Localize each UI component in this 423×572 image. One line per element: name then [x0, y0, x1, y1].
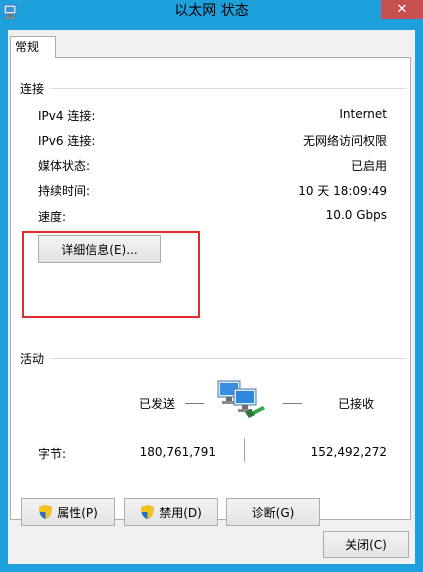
- highlight-box: [22, 231, 200, 318]
- properties-button[interactable]: 属性(P): [21, 498, 115, 526]
- uac-shield-icon: [140, 504, 155, 520]
- sent-connector-line: [185, 403, 204, 404]
- tab-label: 常规: [15, 40, 40, 54]
- received-connector-line: [283, 403, 302, 404]
- window-close-button[interactable]: ✕: [381, 0, 423, 19]
- connection-group-title: 连接: [20, 82, 45, 96]
- media-state-value: 已启用: [350, 159, 387, 173]
- ipv4-value: Internet: [339, 107, 387, 121]
- media-state-label: 媒体状态:: [38, 159, 91, 173]
- diagnose-button[interactable]: 诊断(G): [226, 498, 320, 526]
- connection-group-divider: [50, 88, 406, 89]
- ipv6-value: 无网络访问权限: [302, 134, 387, 148]
- speed-label: 速度:: [38, 210, 67, 224]
- bytes-separator: [244, 438, 245, 462]
- tab-general[interactable]: 常规: [10, 36, 56, 58]
- sent-label: 已发送: [139, 397, 176, 411]
- bytes-sent-value: 180,761,791: [139, 445, 216, 459]
- speed-value: 10.0 Gbps: [325, 208, 387, 222]
- activity-group-title: 活动: [20, 352, 45, 366]
- close-icon: ✕: [396, 2, 408, 17]
- tab-panel-general: 连接 IPv4 连接: Internet IPv6 连接: 无网络访问权限 媒体…: [10, 57, 411, 526]
- disable-label: 禁用(D): [159, 505, 202, 520]
- uac-shield-icon: [38, 504, 53, 520]
- window-title: 以太网 状态: [174, 3, 249, 19]
- bytes-received-value: 152,492,272: [310, 445, 387, 459]
- bytes-label: 字节:: [38, 447, 67, 461]
- duration-label: 持续时间:: [38, 184, 91, 198]
- ipv4-label: IPv4 连接:: [38, 109, 96, 123]
- network-computers-icon: [217, 378, 267, 423]
- close-button[interactable]: 关闭(C): [323, 531, 409, 558]
- title-bar[interactable]: 以太网 状态 ✕: [0, 0, 423, 30]
- ipv6-label: IPv6 连接:: [38, 134, 96, 148]
- activity-group-divider: [50, 358, 406, 359]
- duration-value: 10 天 18:09:49: [298, 184, 387, 198]
- disable-button[interactable]: 禁用(D): [124, 498, 218, 526]
- received-label: 已接收: [338, 397, 375, 411]
- properties-label: 属性(P): [57, 505, 98, 520]
- dialog-client: 常规 连接 IPv4 连接: Internet IPv6 连接: 无网络访问权限…: [8, 30, 415, 564]
